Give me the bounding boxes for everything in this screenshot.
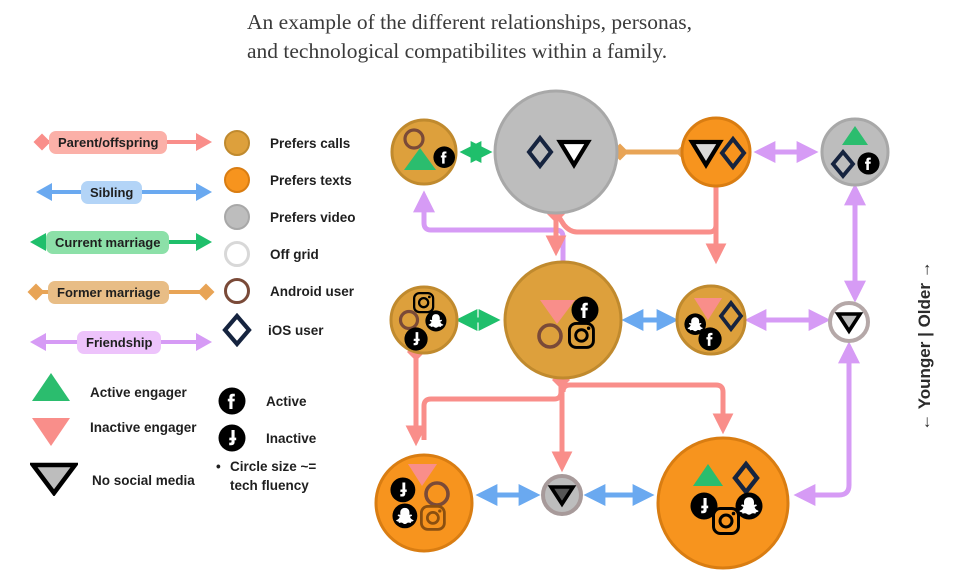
legend-label-sibling: Sibling bbox=[81, 180, 143, 204]
legend-label-friendship: Friendship bbox=[77, 330, 162, 354]
arrow-cap-icon bbox=[196, 233, 212, 251]
arrow-cap-icon bbox=[196, 333, 212, 351]
node-bottom-left-child[interactable] bbox=[374, 453, 474, 553]
node-top-far-right-grandparent[interactable] bbox=[820, 117, 890, 187]
node-top-right-grandparent[interactable] bbox=[680, 116, 752, 188]
facebook-active-icon bbox=[571, 296, 599, 324]
edge-parent-offspring-n6-n11 bbox=[560, 380, 734, 435]
legend-label-former-marriage: Former marriage bbox=[48, 280, 170, 304]
node-mid-far-right-offgrid[interactable] bbox=[828, 301, 870, 343]
facebook-active-icon bbox=[857, 152, 880, 175]
snapchat-icon bbox=[392, 503, 418, 529]
edge-parent-offspring-n2-n7-branch bbox=[554, 212, 719, 235]
arrow-cap-icon bbox=[196, 133, 212, 151]
node-top-center-grandparent[interactable] bbox=[493, 89, 619, 215]
edge-parent-offspring-n6-n9 bbox=[421, 371, 570, 440]
edge-layer bbox=[405, 140, 867, 507]
legend-label-parent-offspring: Parent/offspring bbox=[49, 130, 168, 154]
node-mid-center-parent[interactable] bbox=[503, 260, 623, 380]
arrow-cap-icon bbox=[196, 183, 212, 201]
node-mid-right-parent[interactable] bbox=[675, 284, 747, 356]
facebook-active-icon bbox=[698, 327, 722, 351]
node-bottom-right-child[interactable] bbox=[656, 436, 790, 570]
node-top-left-grandparent[interactable] bbox=[390, 118, 458, 186]
edge-friendship-n8-n11 bbox=[793, 341, 861, 507]
node-mid-left-parent[interactable] bbox=[389, 285, 459, 355]
facebook-inactive-icon bbox=[404, 327, 428, 351]
facebook-inactive-icon bbox=[390, 477, 416, 503]
legend-label-current-marriage: Current marriage bbox=[46, 230, 170, 254]
node-bottom-center-offgrid-child[interactable] bbox=[541, 474, 583, 516]
snapchat-icon bbox=[425, 310, 447, 332]
facebook-active-icon bbox=[433, 146, 455, 168]
